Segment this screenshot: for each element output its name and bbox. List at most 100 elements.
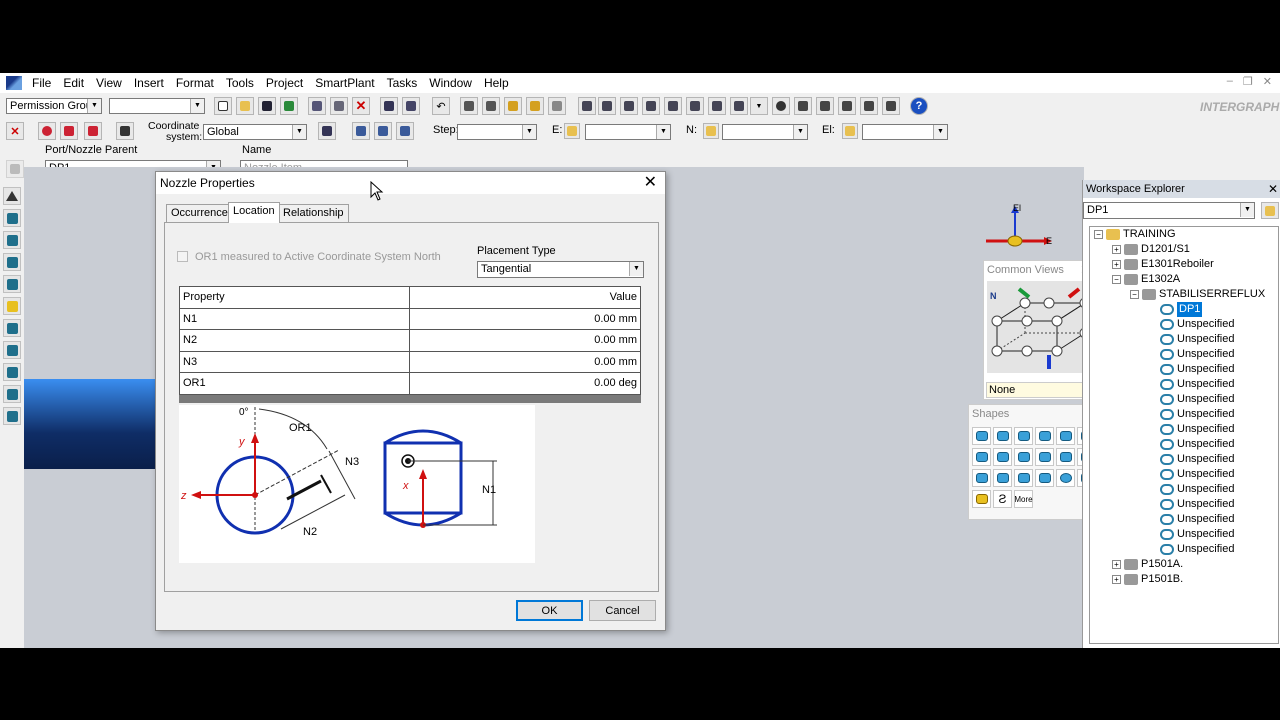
tree-item[interactable]: Unspecified	[1148, 437, 1234, 452]
sphere-shape-icon[interactable]	[1056, 469, 1075, 487]
select-arrow-icon[interactable]	[3, 187, 21, 205]
lock-icon[interactable]	[703, 123, 719, 139]
menu-smartplant[interactable]: SmartPlant	[309, 76, 380, 90]
plane-icon[interactable]	[374, 122, 392, 140]
delete-icon[interactable]: ✕	[352, 97, 370, 115]
tree-item[interactable]: Unspecified	[1148, 482, 1234, 497]
more-shapes-button[interactable]: More	[1014, 490, 1033, 508]
placement-type-combo[interactable]: Tangential ▼	[477, 261, 644, 278]
shape-icon[interactable]	[1014, 448, 1033, 466]
fit-icon[interactable]	[838, 97, 856, 115]
folder-icon[interactable]	[1261, 202, 1279, 219]
table-row[interactable]: N1 0.00 mm	[179, 307, 641, 330]
cone-icon[interactable]	[3, 297, 21, 315]
minimize-icon[interactable]: –	[1227, 75, 1233, 88]
ok-button[interactable]: OK	[516, 600, 583, 621]
menu-insert[interactable]: Insert	[128, 76, 170, 90]
menu-view[interactable]: View	[90, 76, 128, 90]
menu-tools[interactable]: Tools	[220, 76, 260, 90]
coordinate-system-combo[interactable]: Global ▼	[203, 124, 307, 140]
workspace-filter-combo[interactable]: DP1 ▼	[1083, 202, 1255, 219]
copy-icon[interactable]	[308, 97, 326, 115]
plane-icon[interactable]	[396, 122, 414, 140]
tree-item[interactable]: DP1	[1148, 302, 1203, 317]
property-value[interactable]: 0.00 deg	[409, 372, 641, 395]
move-icon[interactable]	[380, 97, 398, 115]
new-icon[interactable]	[214, 97, 232, 115]
tree-item[interactable]: Unspecified	[1148, 467, 1234, 482]
tree-item[interactable]: Unspecified	[1148, 347, 1234, 362]
zoom-area-icon[interactable]	[816, 97, 834, 115]
tool-icon[interactable]	[548, 97, 566, 115]
tree-item[interactable]: + E1301Reboiler	[1112, 257, 1214, 272]
collapse-icon[interactable]: −	[1094, 230, 1103, 239]
or1-checkbox[interactable]	[177, 251, 188, 262]
cone-shape-icon[interactable]	[972, 490, 991, 508]
equipment-icon[interactable]	[3, 363, 21, 381]
view-cube-icon[interactable]: N	[987, 281, 1093, 373]
restore-icon[interactable]: ❐	[1243, 75, 1253, 88]
shape-icon[interactable]	[1014, 469, 1033, 487]
property-value[interactable]: 0.00 mm	[409, 329, 641, 352]
tree-item[interactable]: Unspecified	[1148, 422, 1234, 437]
rotate-icon[interactable]	[402, 97, 420, 115]
expand-icon[interactable]: +	[1112, 560, 1121, 569]
close-icon[interactable]: ✕	[1263, 75, 1272, 88]
tab-relationship[interactable]: Relationship	[278, 204, 349, 222]
view-icon[interactable]	[664, 97, 682, 115]
equipment-icon[interactable]	[3, 209, 21, 227]
table-row[interactable]: OR1 0.00 deg	[179, 372, 641, 395]
tree-item[interactable]: Unspecified	[1148, 392, 1234, 407]
view-icon[interactable]	[860, 97, 878, 115]
menu-help[interactable]: Help	[478, 76, 515, 90]
equipment-icon[interactable]	[3, 385, 21, 403]
view-icon[interactable]	[598, 97, 616, 115]
cancel-button[interactable]: Cancel	[589, 600, 656, 621]
expand-icon[interactable]: +	[1112, 260, 1121, 269]
paste-icon[interactable]	[330, 97, 348, 115]
tree-item[interactable]: Unspecified	[1148, 512, 1234, 527]
equipment-icon[interactable]	[3, 341, 21, 359]
menu-format[interactable]: Format	[170, 76, 220, 90]
shape-icon[interactable]	[1035, 469, 1054, 487]
open-icon[interactable]	[236, 97, 254, 115]
shape-icon[interactable]	[993, 469, 1012, 487]
shape-icon[interactable]	[1014, 427, 1033, 445]
tool-icon[interactable]	[482, 97, 500, 115]
shape-icon[interactable]	[972, 448, 991, 466]
equipment-icon[interactable]	[3, 231, 21, 249]
lock-icon[interactable]	[842, 123, 858, 139]
table-row[interactable]: N2 0.00 mm	[179, 329, 641, 352]
permission-group-combo[interactable]: Permission Group ▼	[6, 98, 102, 114]
shape-icon[interactable]	[1035, 448, 1054, 466]
tool-icon[interactable]	[460, 97, 478, 115]
refresh-icon[interactable]	[280, 97, 298, 115]
close-icon[interactable]: ✕	[644, 174, 657, 192]
property-value[interactable]: 0.00 mm	[409, 307, 641, 330]
tree-item[interactable]: Unspecified	[1148, 407, 1234, 422]
properties-icon[interactable]	[116, 122, 134, 140]
ruler-icon[interactable]	[318, 122, 336, 140]
shape-icon[interactable]	[993, 427, 1012, 445]
undo-icon[interactable]: ↶	[432, 97, 450, 115]
shape-icon[interactable]	[972, 469, 991, 487]
el-combo[interactable]: ▼	[862, 124, 948, 140]
save-icon[interactable]	[258, 97, 276, 115]
expand-icon[interactable]: +	[1112, 575, 1121, 584]
equipment-icon[interactable]	[3, 253, 21, 271]
view-icon[interactable]	[578, 97, 596, 115]
properties-icon[interactable]	[6, 160, 24, 178]
zoom-icon[interactable]	[772, 97, 790, 115]
view-icon[interactable]	[730, 97, 748, 115]
lock-icon[interactable]	[564, 123, 580, 139]
view-icon[interactable]	[686, 97, 704, 115]
tree-item[interactable]: Unspecified	[1148, 362, 1234, 377]
tree-item[interactable]: + D1201/S1	[1112, 242, 1190, 257]
menu-edit[interactable]: Edit	[57, 76, 90, 90]
tree-item[interactable]: + P1501B.	[1112, 572, 1183, 587]
tool-icon[interactable]	[504, 97, 522, 115]
equipment-icon[interactable]	[3, 407, 21, 425]
workspace-tree[interactable]: − TRAINING + D1201/S1 + E1301Reboiler − E1302A −…	[1089, 226, 1279, 644]
tree-item[interactable]: Unspecified	[1148, 497, 1234, 512]
plane-icon[interactable]	[352, 122, 370, 140]
